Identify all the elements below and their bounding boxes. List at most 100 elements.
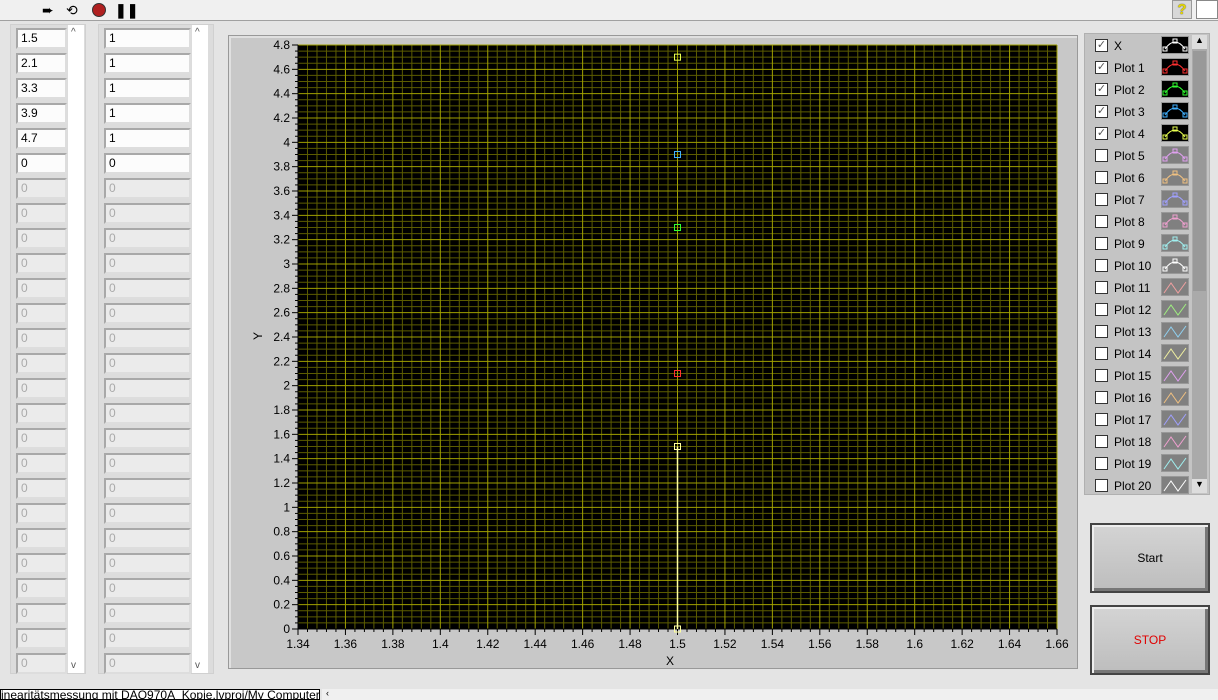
array-element[interactable]: 0 [16, 428, 67, 449]
array-element[interactable]: 0 [104, 553, 191, 574]
legend-item[interactable]: Plot 9 [1095, 234, 1195, 254]
plot-visible-checkbox[interactable]: ✓ [1095, 61, 1108, 74]
array-element[interactable]: 0 [104, 478, 191, 499]
legend-item[interactable]: Plot 8 [1095, 212, 1195, 232]
plot-style-swatch-icon[interactable] [1161, 212, 1189, 230]
scroll-down-icon[interactable]: v [71, 660, 76, 671]
scroll-left-icon[interactable]: ‹ [326, 688, 329, 698]
legend-item[interactable]: Plot 7 [1095, 190, 1195, 210]
array-element[interactable]: 0 [104, 153, 191, 174]
legend-item[interactable]: Plot 15 [1095, 366, 1195, 386]
array-element[interactable]: 0 [16, 528, 67, 549]
legend-item[interactable]: ✓ Plot 4 [1095, 124, 1195, 144]
plot-style-swatch-icon[interactable] [1161, 322, 1189, 340]
array-element[interactable]: 3.9 [16, 103, 67, 124]
scroll-up-icon[interactable]: ▲ [1192, 35, 1207, 49]
legend-item[interactable]: ✓ X [1095, 36, 1195, 56]
legend-item[interactable]: ✓ Plot 3 [1095, 102, 1195, 122]
plot-visible-checkbox[interactable] [1095, 479, 1108, 492]
plot-visible-checkbox[interactable]: ✓ [1095, 127, 1108, 140]
plot-style-swatch-icon[interactable] [1161, 344, 1189, 362]
plot-visible-checkbox[interactable] [1095, 237, 1108, 250]
array-element[interactable]: 0 [16, 453, 67, 474]
array-element[interactable]: 0 [16, 578, 67, 599]
array-element[interactable]: 0 [104, 303, 191, 324]
plot-style-swatch-icon[interactable] [1161, 36, 1189, 54]
plot-style-swatch-icon[interactable] [1161, 234, 1189, 252]
array-element[interactable]: 0 [104, 228, 191, 249]
plot-style-swatch-icon[interactable] [1161, 366, 1189, 384]
help-button[interactable]: ? [1172, 0, 1192, 19]
legend-label[interactable]: Plot 1 [1114, 61, 1145, 75]
legend-item[interactable]: Plot 17 [1095, 410, 1195, 430]
array-element[interactable]: 0 [16, 553, 67, 574]
legend-item[interactable]: Plot 14 [1095, 344, 1195, 364]
array-element[interactable]: 0 [16, 228, 67, 249]
plot-style-swatch-icon[interactable] [1161, 146, 1189, 164]
plot-visible-checkbox[interactable] [1095, 347, 1108, 360]
plot-visible-checkbox[interactable] [1095, 281, 1108, 294]
legend-scrollbar[interactable]: ▲ ▼ [1192, 35, 1207, 493]
plot-style-swatch-icon[interactable] [1161, 190, 1189, 208]
array-element[interactable]: 0 [104, 578, 191, 599]
legend-label[interactable]: Plot 20 [1114, 479, 1151, 493]
legend-item[interactable]: Plot 19 [1095, 454, 1195, 474]
array-element[interactable]: 0 [16, 203, 67, 224]
array-element[interactable]: 2.1 [16, 53, 67, 74]
abort-icon[interactable] [92, 3, 106, 17]
legend-label[interactable]: X [1114, 39, 1122, 53]
scroll-down-icon[interactable]: ▼ [1192, 479, 1207, 493]
plot-style-swatch-icon[interactable] [1161, 476, 1189, 494]
scroll-up-icon[interactable]: ^ [195, 27, 200, 38]
array-element[interactable]: 0 [16, 603, 67, 624]
array-element[interactable]: 0 [104, 378, 191, 399]
array-element[interactable]: 0 [16, 628, 67, 649]
legend-label[interactable]: Plot 5 [1114, 149, 1145, 163]
plot-visible-checkbox[interactable] [1095, 303, 1108, 316]
array-scrollbar[interactable]: ^ v [68, 25, 84, 673]
plot-style-swatch-icon[interactable] [1161, 278, 1189, 296]
legend-label[interactable]: Plot 11 [1114, 281, 1150, 295]
array-element[interactable]: 0 [16, 178, 67, 199]
context-help-icon[interactable] [1196, 0, 1218, 19]
array-element[interactable]: 0 [104, 453, 191, 474]
legend-item[interactable]: Plot 10 [1095, 256, 1195, 276]
array-element[interactable]: 0 [104, 628, 191, 649]
array-element[interactable]: 0 [16, 153, 67, 174]
plot-visible-checkbox[interactable] [1095, 149, 1108, 162]
plot-style-swatch-icon[interactable] [1161, 432, 1189, 450]
pause-icon[interactable]: ❚❚ [115, 2, 138, 18]
array-element[interactable]: 0 [16, 353, 67, 374]
plot-style-swatch-icon[interactable] [1161, 124, 1189, 142]
legend-label[interactable]: Plot 9 [1114, 237, 1145, 251]
legend-item[interactable]: ✓ Plot 2 [1095, 80, 1195, 100]
array-element[interactable]: 1 [104, 53, 191, 74]
plot-visible-checkbox[interactable]: ✓ [1095, 39, 1108, 52]
plot-visible-checkbox[interactable]: ✓ [1095, 105, 1108, 118]
plot-style-swatch-icon[interactable] [1161, 388, 1189, 406]
plot-visible-checkbox[interactable] [1095, 391, 1108, 404]
legend-label[interactable]: Plot 6 [1114, 171, 1145, 185]
legend-item[interactable]: Plot 20 [1095, 476, 1195, 496]
array-element[interactable]: 0 [104, 353, 191, 374]
legend-item[interactable]: Plot 18 [1095, 432, 1195, 452]
plot-visible-checkbox[interactable] [1095, 413, 1108, 426]
plot-visible-checkbox[interactable] [1095, 259, 1108, 272]
array-element[interactable]: 1 [104, 28, 191, 49]
array-element[interactable]: 0 [16, 328, 67, 349]
array-element[interactable]: 0 [104, 653, 191, 674]
legend-item[interactable]: Plot 11 [1095, 278, 1195, 298]
plot-visible-checkbox[interactable] [1095, 215, 1108, 228]
legend-label[interactable]: Plot 13 [1114, 325, 1151, 339]
array-element[interactable]: 3.3 [16, 78, 67, 99]
legend-label[interactable]: Plot 15 [1114, 369, 1151, 383]
array-element[interactable]: 0 [104, 528, 191, 549]
legend-label[interactable]: Plot 17 [1114, 413, 1151, 427]
plot-visible-checkbox[interactable]: ✓ [1095, 83, 1108, 96]
plot-style-swatch-icon[interactable] [1161, 256, 1189, 274]
legend-label[interactable]: Plot 10 [1114, 259, 1151, 273]
legend-label[interactable]: Plot 14 [1114, 347, 1151, 361]
legend-label[interactable]: Plot 19 [1114, 457, 1151, 471]
plot-style-swatch-icon[interactable] [1161, 410, 1189, 428]
legend-item[interactable]: Plot 12 [1095, 300, 1195, 320]
